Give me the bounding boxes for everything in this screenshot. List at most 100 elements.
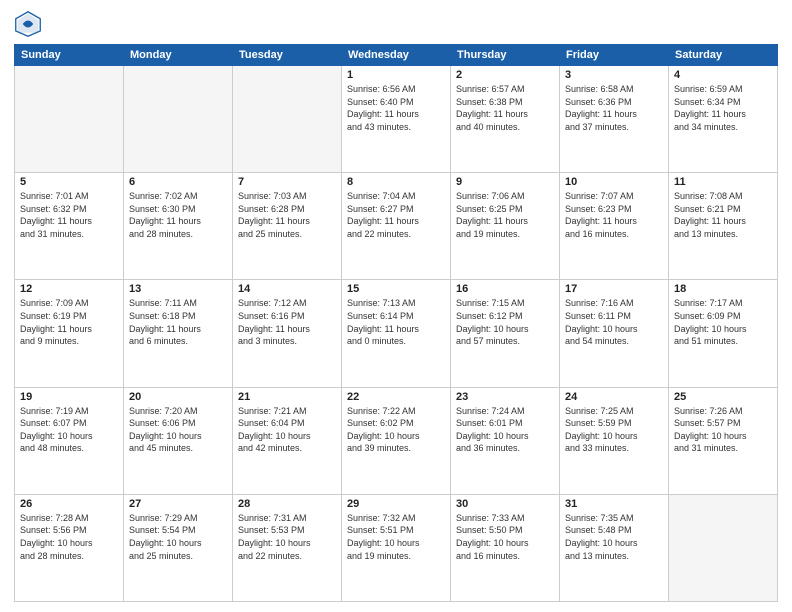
day-number: 9 (456, 176, 554, 188)
day-number: 21 (238, 391, 336, 403)
day-number: 11 (674, 176, 772, 188)
calendar-cell: 28 Sunrise: 7:31 AM Sunset: 5:53 PM Dayli… (233, 494, 342, 601)
day-number: 27 (129, 498, 227, 510)
day-number: 14 (238, 283, 336, 295)
calendar-week-row: 19Sunrise: 7:19 AM Sunset: 6:07 PM Dayli… (15, 387, 778, 494)
calendar-cell: 17 Sunrise: 7:16 AM Sunset: 6:11 PM Dayli… (560, 280, 669, 387)
calendar-cell (669, 494, 778, 601)
day-number: 4 (674, 69, 772, 81)
calendar-cell: 14 Sunrise: 7:12 AM Sunset: 6:16 PM Dayli… (233, 280, 342, 387)
calendar-cell: 26 Sunrise: 7:28 AM Sunset: 5:56 PM Dayli… (15, 494, 124, 601)
day-info: Sunrise: 7:13 AM Sunset: 6:14 PM Dayligh… (347, 297, 445, 347)
day-number: 31 (565, 498, 663, 510)
day-info: Sunrise: 7:21 AM Sunset: 6:04 PM Dayligh… (238, 405, 336, 455)
page: SundayMondayTuesdayWednesdayThursdayFrid… (0, 0, 792, 612)
day-number: 29 (347, 498, 445, 510)
weekday-header-row: SundayMondayTuesdayWednesdayThursdayFrid… (15, 45, 778, 66)
day-number: 5 (20, 176, 118, 188)
calendar-week-row: 5 Sunrise: 7:01 AM Sunset: 6:32 PM Daylig… (15, 173, 778, 280)
calendar-cell: 9 Sunrise: 7:06 AM Sunset: 6:25 PM Daylig… (451, 173, 560, 280)
day-number: 25 (674, 391, 772, 403)
calendar-cell: 21 Sunrise: 7:21 AM Sunset: 6:04 PM Dayli… (233, 387, 342, 494)
calendar-cell: 15 Sunrise: 7:13 AM Sunset: 6:14 PM Dayli… (342, 280, 451, 387)
calendar-cell: 10 Sunrise: 7:07 AM Sunset: 6:23 PM Dayli… (560, 173, 669, 280)
calendar-cell: 23Sunrise: 7:24 AM Sunset: 6:01 PM Dayli… (451, 387, 560, 494)
day-number: 10 (565, 176, 663, 188)
day-info: Sunrise: 6:59 AM Sunset: 6:34 PM Dayligh… (674, 83, 772, 133)
logo-icon (14, 10, 42, 38)
day-info: Sunrise: 7:19 AM Sunset: 6:07 PM Dayligh… (20, 405, 118, 455)
day-number: 28 (238, 498, 336, 510)
weekday-header-wednesday: Wednesday (342, 45, 451, 66)
day-info: Sunrise: 7:16 AM Sunset: 6:11 PM Dayligh… (565, 297, 663, 347)
day-info: Sunrise: 7:09 AM Sunset: 6:19 PM Dayligh… (20, 297, 118, 347)
calendar-cell: 31 Sunrise: 7:35 AM Sunset: 5:48 PM Dayli… (560, 494, 669, 601)
calendar-cell (15, 66, 124, 173)
day-number: 3 (565, 69, 663, 81)
weekday-header-saturday: Saturday (669, 45, 778, 66)
day-info: Sunrise: 7:04 AM Sunset: 6:27 PM Dayligh… (347, 190, 445, 240)
day-number: 2 (456, 69, 554, 81)
day-info: Sunrise: 7:28 AM Sunset: 5:56 PM Dayligh… (20, 512, 118, 562)
calendar-cell: 5 Sunrise: 7:01 AM Sunset: 6:32 PM Daylig… (15, 173, 124, 280)
day-info: Sunrise: 7:26 AM Sunset: 5:57 PM Dayligh… (674, 405, 772, 455)
calendar-cell: 19Sunrise: 7:19 AM Sunset: 6:07 PM Dayli… (15, 387, 124, 494)
logo (14, 10, 46, 38)
calendar-cell: 8 Sunrise: 7:04 AM Sunset: 6:27 PM Daylig… (342, 173, 451, 280)
day-info: Sunrise: 7:29 AM Sunset: 5:54 PM Dayligh… (129, 512, 227, 562)
calendar-cell: 3 Sunrise: 6:58 AM Sunset: 6:36 PM Daylig… (560, 66, 669, 173)
header (14, 10, 778, 38)
day-info: Sunrise: 7:35 AM Sunset: 5:48 PM Dayligh… (565, 512, 663, 562)
day-info: Sunrise: 7:12 AM Sunset: 6:16 PM Dayligh… (238, 297, 336, 347)
calendar-cell (124, 66, 233, 173)
day-number: 15 (347, 283, 445, 295)
calendar-cell: 20Sunrise: 7:20 AM Sunset: 6:06 PM Dayli… (124, 387, 233, 494)
calendar-table: SundayMondayTuesdayWednesdayThursdayFrid… (14, 44, 778, 602)
day-number: 23 (456, 391, 554, 403)
day-number: 26 (20, 498, 118, 510)
calendar-cell: 22 Sunrise: 7:22 AM Sunset: 6:02 PM Dayli… (342, 387, 451, 494)
weekday-header-sunday: Sunday (15, 45, 124, 66)
weekday-header-friday: Friday (560, 45, 669, 66)
day-info: Sunrise: 7:02 AM Sunset: 6:30 PM Dayligh… (129, 190, 227, 240)
day-info: Sunrise: 7:01 AM Sunset: 6:32 PM Dayligh… (20, 190, 118, 240)
calendar-cell: 7Sunrise: 7:03 AM Sunset: 6:28 PM Daylig… (233, 173, 342, 280)
calendar-cell: 4 Sunrise: 6:59 AM Sunset: 6:34 PM Daylig… (669, 66, 778, 173)
day-info: Sunrise: 7:03 AM Sunset: 6:28 PM Dayligh… (238, 190, 336, 240)
calendar-cell: 30 Sunrise: 7:33 AM Sunset: 5:50 PM Dayli… (451, 494, 560, 601)
day-info: Sunrise: 7:32 AM Sunset: 5:51 PM Dayligh… (347, 512, 445, 562)
day-number: 17 (565, 283, 663, 295)
calendar-cell: 6Sunrise: 7:02 AM Sunset: 6:30 PM Daylig… (124, 173, 233, 280)
calendar-cell: 25 Sunrise: 7:26 AM Sunset: 5:57 PM Dayli… (669, 387, 778, 494)
day-number: 13 (129, 283, 227, 295)
day-number: 16 (456, 283, 554, 295)
calendar-cell: 2 Sunrise: 6:57 AM Sunset: 6:38 PM Daylig… (451, 66, 560, 173)
calendar-cell: 11Sunrise: 7:08 AM Sunset: 6:21 PM Dayli… (669, 173, 778, 280)
day-number: 30 (456, 498, 554, 510)
calendar-week-row: 26 Sunrise: 7:28 AM Sunset: 5:56 PM Dayli… (15, 494, 778, 601)
calendar-cell (233, 66, 342, 173)
day-info: Sunrise: 7:06 AM Sunset: 6:25 PM Dayligh… (456, 190, 554, 240)
day-info: Sunrise: 6:57 AM Sunset: 6:38 PM Dayligh… (456, 83, 554, 133)
weekday-header-tuesday: Tuesday (233, 45, 342, 66)
day-info: Sunrise: 7:22 AM Sunset: 6:02 PM Dayligh… (347, 405, 445, 455)
day-info: Sunrise: 7:25 AM Sunset: 5:59 PM Dayligh… (565, 405, 663, 455)
day-info: Sunrise: 7:31 AM Sunset: 5:53 PM Dayligh… (238, 512, 336, 562)
day-number: 22 (347, 391, 445, 403)
day-info: Sunrise: 6:56 AM Sunset: 6:40 PM Dayligh… (347, 83, 445, 133)
day-info: Sunrise: 6:58 AM Sunset: 6:36 PM Dayligh… (565, 83, 663, 133)
day-number: 18 (674, 283, 772, 295)
day-number: 8 (347, 176, 445, 188)
calendar-cell: 1 Sunrise: 6:56 AM Sunset: 6:40 PM Daylig… (342, 66, 451, 173)
calendar-week-row: 12Sunrise: 7:09 AM Sunset: 6:19 PM Dayli… (15, 280, 778, 387)
day-info: Sunrise: 7:15 AM Sunset: 6:12 PM Dayligh… (456, 297, 554, 347)
calendar-cell: 16 Sunrise: 7:15 AM Sunset: 6:12 PM Dayli… (451, 280, 560, 387)
day-info: Sunrise: 7:33 AM Sunset: 5:50 PM Dayligh… (456, 512, 554, 562)
calendar-week-row: 1 Sunrise: 6:56 AM Sunset: 6:40 PM Daylig… (15, 66, 778, 173)
day-info: Sunrise: 7:20 AM Sunset: 6:06 PM Dayligh… (129, 405, 227, 455)
day-info: Sunrise: 7:07 AM Sunset: 6:23 PM Dayligh… (565, 190, 663, 240)
calendar-cell: 18 Sunrise: 7:17 AM Sunset: 6:09 PM Dayli… (669, 280, 778, 387)
day-number: 1 (347, 69, 445, 81)
day-info: Sunrise: 7:17 AM Sunset: 6:09 PM Dayligh… (674, 297, 772, 347)
day-number: 24 (565, 391, 663, 403)
